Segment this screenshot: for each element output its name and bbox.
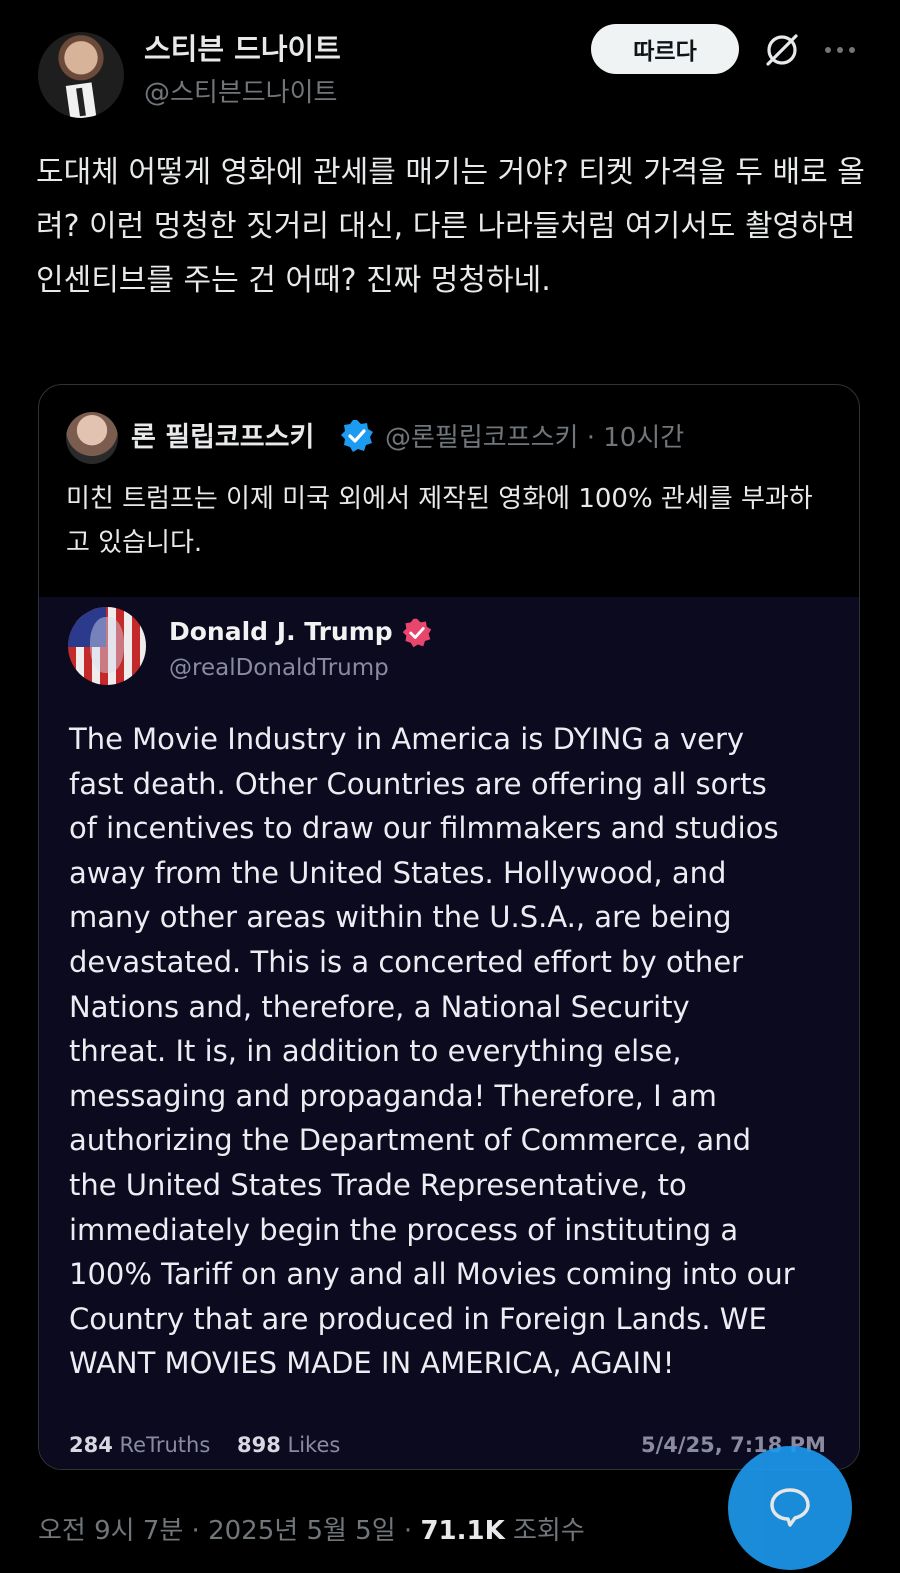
more-horizontal-icon[interactable] bbox=[820, 30, 860, 70]
post-meta: 오전 9시 7분 · 2025년 5월 5일 · 71.1K 조회수 bbox=[38, 1510, 585, 1547]
separator-dot: · bbox=[395, 1516, 421, 1546]
truth-body-line: immediately begin the process of institu… bbox=[69, 1212, 739, 1247]
truth-body-line: messaging and propaganda! Therefore, I a… bbox=[69, 1078, 717, 1113]
views-label: 조회수 bbox=[513, 1516, 585, 1546]
quoted-post-card[interactable]: 론 필립코프스키 @론필립코프스키 · 10시간 미친 트럼프는 이제 미국 외… bbox=[38, 384, 860, 1470]
author-handle[interactable]: @스티븐드나이트 bbox=[144, 72, 337, 109]
quote-age: 10시간 bbox=[603, 423, 685, 453]
truth-body-line: threat. It is, in addition to everything… bbox=[69, 1034, 682, 1069]
truth-body-line: Nations and, therefore, a National Secur… bbox=[69, 989, 690, 1024]
separator-dot: · bbox=[183, 1516, 209, 1546]
truth-body-line: away from the United States. Hollywood, … bbox=[69, 855, 727, 890]
verified-badge-icon bbox=[339, 418, 375, 454]
retruths-count: 284 bbox=[69, 1433, 113, 1457]
quote-author-avatar bbox=[66, 412, 118, 464]
author-avatar[interactable] bbox=[38, 32, 124, 118]
quote-author-handle: @론필립코프스키 · 10시간 bbox=[385, 417, 684, 454]
quoted-media-image[interactable]: Donald J. Trump @realDonaldTrump The Mov… bbox=[39, 597, 859, 1469]
truth-body-line: 100% Tariff on any and all Movies coming… bbox=[69, 1257, 795, 1292]
post-date[interactable]: 2025년 5월 5일 bbox=[208, 1516, 396, 1546]
chat-bubble-icon bbox=[765, 1481, 815, 1535]
slash-circle-icon[interactable] bbox=[762, 30, 802, 70]
retruths-label: ReTruths bbox=[119, 1433, 211, 1457]
quote-author-name: 론 필립코프스키 bbox=[131, 422, 315, 453]
truth-body-line: Country that are produced in Foreign Lan… bbox=[69, 1301, 767, 1336]
views-count: 71.1K bbox=[420, 1516, 505, 1546]
reply-fab-button[interactable] bbox=[728, 1446, 852, 1570]
separator-dot: · bbox=[578, 423, 604, 453]
truth-author-name: Donald J. Trump bbox=[169, 617, 393, 646]
quote-handle-text: @론필립코프스키 bbox=[385, 423, 579, 453]
quote-text: 미친 트럼프는 이제 미국 외에서 제작된 영화에 100% 관세를 부과하고 … bbox=[66, 484, 813, 558]
post-time[interactable]: 오전 9시 7분 bbox=[38, 1516, 183, 1546]
follow-button[interactable]: 따르다 bbox=[591, 24, 739, 74]
truth-body-line: the United States Trade Representative, … bbox=[69, 1167, 687, 1202]
likes-count: 898 bbox=[236, 1433, 281, 1457]
truth-author-avatar bbox=[68, 607, 146, 685]
truth-body-line: of incentives to draw our filmmakers and… bbox=[69, 811, 779, 846]
truth-stats: 284 ReTruths 898 Likes bbox=[69, 1433, 340, 1457]
truth-body-line: devastated. This is a concerted effort b… bbox=[69, 944, 744, 979]
truth-body-line: many other areas within the U.S.A., are … bbox=[69, 900, 732, 935]
truth-body-line: authorizing the Department of Commerce, … bbox=[69, 1123, 751, 1158]
truth-body-line: WANT MOVIES MADE IN AMERICA, AGAIN! bbox=[69, 1346, 675, 1381]
likes-label: Likes bbox=[287, 1433, 341, 1457]
truth-author-handle: @realDonaldTrump bbox=[169, 655, 389, 681]
truth-post-body: The Movie Industry in America is DYING a… bbox=[69, 717, 839, 1386]
author-display-name[interactable]: 스티븐 드나이트 bbox=[144, 26, 341, 68]
truth-body-line: fast death. Other Countries are offering… bbox=[69, 766, 767, 801]
truth-body-line: The Movie Industry in America is DYING a… bbox=[69, 722, 745, 756]
verified-badge-icon bbox=[401, 617, 433, 649]
post-text: 도대체 어떻게 영화에 관세를 매기는 거야? 티켓 가격을 두 배로 올려? … bbox=[36, 155, 865, 298]
